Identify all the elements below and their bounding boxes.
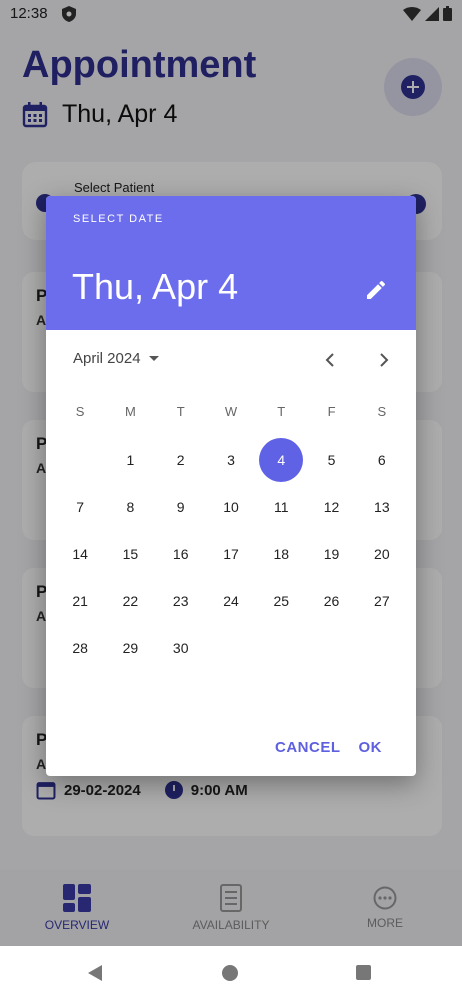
month-year-selector[interactable]: April 2024 [73, 350, 159, 367]
date-picker-header: SELECT DATE Thu, Apr 4 [46, 196, 416, 330]
weekday-label: F [327, 404, 336, 419]
calendar-day[interactable]: 19 [306, 530, 356, 577]
system-navigation-bar [0, 946, 462, 1000]
calendar-day-number: 9 [176, 498, 185, 515]
calendar-day-number: 7 [76, 498, 85, 515]
calendar-day[interactable]: 22 [105, 577, 155, 624]
calendar-day[interactable]: 17 [206, 530, 256, 577]
calendar-day[interactable]: 6 [357, 436, 407, 483]
calendar-day-number: 12 [323, 498, 340, 515]
weekday-label: T [277, 404, 286, 419]
previous-month-chevron-icon[interactable] [318, 348, 342, 372]
calendar-day-number: 27 [374, 592, 390, 609]
calendar-day-number: 25 [273, 592, 290, 609]
calendar-day[interactable]: 15 [105, 530, 155, 577]
calendar-day-number: 19 [323, 545, 340, 562]
calendar-day[interactable]: 26 [306, 577, 356, 624]
calendar-day[interactable]: 29 [105, 624, 155, 671]
calendar-day-number: 10 [223, 498, 239, 515]
calendar-day-number: 13 [374, 498, 390, 515]
calendar-week: 21 22 23 24 25 26 27 [55, 577, 407, 624]
calendar-day[interactable]: 16 [156, 530, 206, 577]
calendar-day[interactable]: 20 [357, 530, 407, 577]
ok-button[interactable]: OK [359, 732, 383, 762]
calendar-day[interactable]: 25 [256, 577, 306, 624]
calendar-day-number: 14 [72, 545, 88, 562]
calendar-day-selected[interactable]: 4 [256, 436, 306, 483]
calendar-day-number: 6 [377, 451, 386, 468]
weekday-header: S M T W T F S [55, 404, 407, 419]
weekday-label: T [176, 404, 185, 419]
month-navigation: April 2024 [46, 330, 416, 390]
calendar-grid: 1 2 3 4 5 6 7 8 9 10 11 12 13 14 15 16 17 18 19 20 21 22 23 24 2… [55, 436, 407, 671]
cancel-button[interactable]: CANCEL [275, 732, 341, 762]
calendar-week: 14 15 16 17 18 19 20 [55, 530, 407, 577]
calendar-day-number: 29 [122, 639, 139, 656]
edit-pencil-icon[interactable] [364, 278, 388, 302]
back-icon[interactable] [88, 965, 102, 981]
weekday-label: S [75, 404, 85, 419]
calendar-week: 7 8 9 10 11 12 13 [55, 483, 407, 530]
calendar-day-number: 30 [172, 639, 189, 656]
calendar-day-number: 1 [126, 451, 135, 468]
date-picker-dialog: SELECT DATE Thu, Apr 4 April 2024 S M T … [46, 196, 416, 776]
calendar-day[interactable]: 23 [156, 577, 206, 624]
calendar-day-number: 28 [72, 639, 88, 656]
calendar-day[interactable]: 13 [357, 483, 407, 530]
dropdown-arrow-icon [148, 356, 159, 361]
calendar-week: 1 2 3 4 5 6 [55, 436, 407, 483]
weekday-label: M [125, 404, 136, 419]
calendar-day[interactable]: 24 [206, 577, 256, 624]
calendar-day[interactable]: 9 [156, 483, 206, 530]
calendar-day[interactable]: 8 [105, 483, 155, 530]
calendar-day[interactable]: 5 [306, 436, 356, 483]
calendar-day[interactable]: 10 [206, 483, 256, 530]
home-icon[interactable] [222, 965, 238, 981]
calendar-day-number: 5 [327, 451, 336, 468]
next-month-chevron-icon[interactable] [372, 348, 396, 372]
calendar-day-number: 23 [172, 592, 189, 609]
calendar-day-number: 26 [323, 592, 340, 609]
calendar-day[interactable]: 11 [256, 483, 306, 530]
recents-icon[interactable] [356, 965, 371, 980]
calendar-day-number: 16 [172, 545, 189, 562]
calendar-day-number: 2 [176, 451, 185, 468]
calendar-day[interactable]: 2 [156, 436, 206, 483]
calendar-day-number: 11 [273, 498, 289, 515]
calendar-day[interactable]: 18 [256, 530, 306, 577]
calendar-day[interactable]: 12 [306, 483, 356, 530]
weekday-label: S [377, 404, 387, 419]
date-picker-label: SELECT DATE [73, 213, 164, 225]
calendar-day[interactable]: 1 [105, 436, 155, 483]
calendar-day-number: 15 [122, 545, 139, 562]
date-picker-selected-date: Thu, Apr 4 [72, 266, 239, 307]
weekday-label: W [224, 404, 238, 419]
calendar-day[interactable]: 28 [55, 624, 105, 671]
calendar-day[interactable]: 14 [55, 530, 105, 577]
calendar-day[interactable]: 27 [357, 577, 407, 624]
calendar-day-number: 3 [227, 451, 235, 468]
month-year-label: April 2024 [73, 350, 141, 367]
calendar-day-number: 8 [126, 498, 135, 515]
calendar-week: 28 29 30 [55, 624, 407, 671]
calendar-day[interactable]: 30 [156, 624, 206, 671]
calendar-day[interactable]: 3 [206, 436, 256, 483]
calendar-day[interactable]: 21 [55, 577, 105, 624]
calendar-day-number: 24 [223, 592, 239, 609]
calendar-day-number: 4 [259, 437, 304, 482]
dialog-actions: CANCEL OK [275, 732, 416, 762]
calendar-day-number: 21 [72, 592, 88, 609]
calendar-day-number: 17 [223, 545, 239, 562]
calendar-day-number: 20 [374, 545, 390, 562]
calendar-day-number: 18 [273, 545, 290, 562]
calendar-day[interactable]: 7 [55, 483, 105, 530]
calendar-day-number: 22 [122, 592, 139, 609]
